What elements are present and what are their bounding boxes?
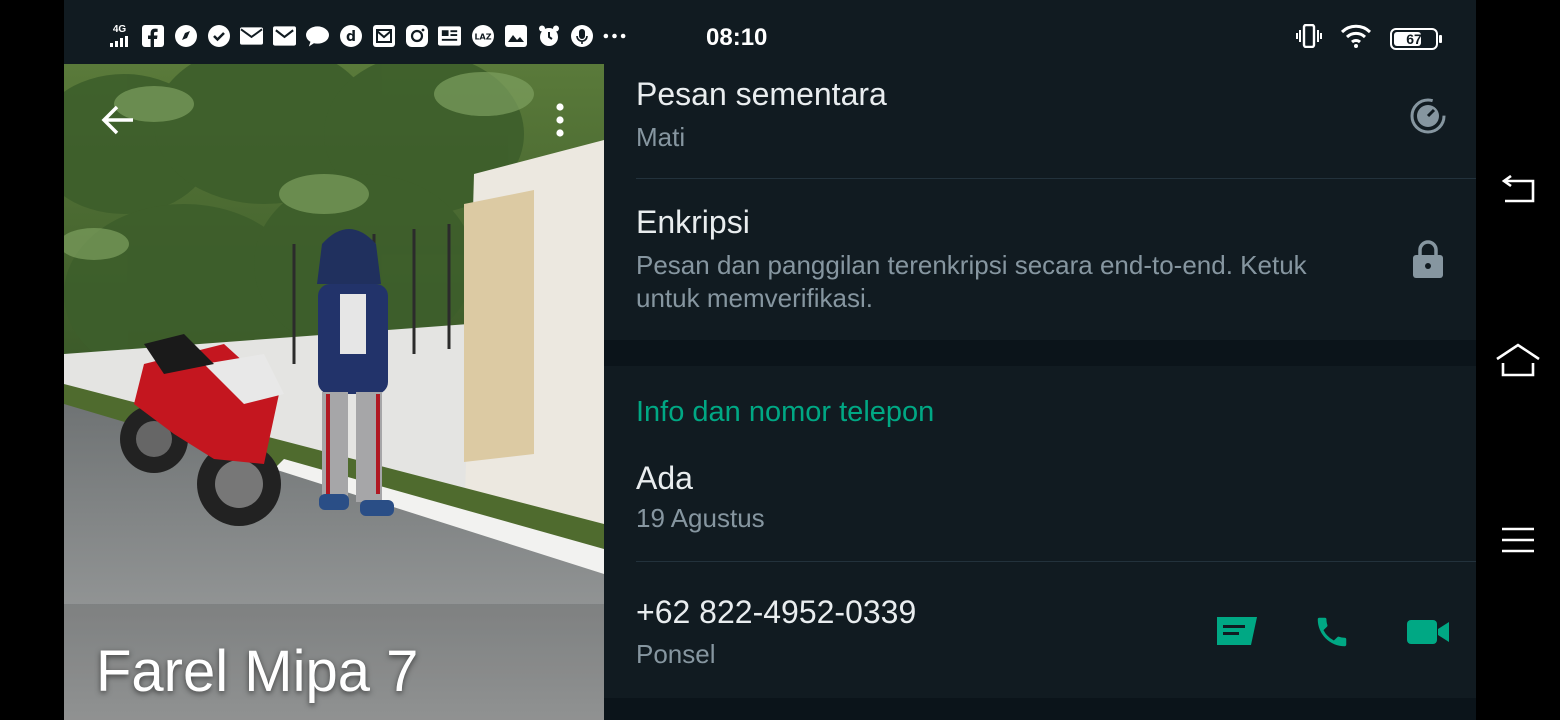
recents-menu-icon bbox=[1502, 527, 1534, 553]
home-icon bbox=[1496, 343, 1540, 377]
network-signal-icon: 4G bbox=[108, 24, 131, 47]
more-options-button[interactable] bbox=[540, 100, 580, 140]
encryption-title: Enkripsi bbox=[636, 204, 750, 240]
svg-text:LAZ: LAZ bbox=[474, 32, 491, 41]
section-separator bbox=[604, 698, 1476, 720]
news-icon bbox=[438, 24, 461, 47]
chat-bubble-icon bbox=[306, 24, 329, 47]
gmail-icon bbox=[273, 24, 296, 47]
profile-photo[interactable]: Farel Mipa 7 bbox=[64, 64, 604, 720]
battery-percent: 67 bbox=[1406, 30, 1422, 47]
timer-icon bbox=[1408, 96, 1448, 136]
voice-call-button[interactable] bbox=[1308, 608, 1356, 656]
system-navigation-bar bbox=[1476, 0, 1560, 720]
microphone-icon bbox=[570, 24, 593, 47]
facebook-icon bbox=[141, 24, 164, 47]
dana-icon: d bbox=[339, 24, 362, 47]
photo-icon bbox=[504, 24, 527, 47]
contact-details: Pesan sementara Mati Enkripsi Pesan dan … bbox=[604, 64, 1476, 720]
message-icon bbox=[1217, 617, 1257, 645]
status-bar: 4G d LAZ 08:10 67 bbox=[64, 0, 1476, 64]
disappearing-messages-title: Pesan sementara bbox=[636, 76, 887, 112]
settings-card: Pesan sementara Mati Enkripsi Pesan dan … bbox=[604, 64, 1476, 340]
back-button[interactable] bbox=[96, 98, 140, 142]
encryption-row[interactable]: Enkripsi Pesan dan panggilan terenkripsi… bbox=[604, 179, 1476, 340]
info-section-header: Info dan nomor telepon bbox=[636, 396, 935, 428]
message-button[interactable] bbox=[1212, 608, 1260, 656]
more-dots-icon bbox=[603, 24, 626, 47]
video-call-button[interactable] bbox=[1404, 608, 1452, 656]
phone-number: +62 822-4952-0339 bbox=[636, 594, 917, 630]
lazada-icon: LAZ bbox=[471, 24, 494, 47]
battery-icon: 67 bbox=[1390, 27, 1442, 50]
disappearing-messages-value: Mati bbox=[636, 122, 686, 152]
about-row[interactable]: Ada 19 Agustus bbox=[604, 446, 1476, 561]
video-camera-icon bbox=[1407, 620, 1449, 644]
compass-icon bbox=[174, 24, 197, 47]
svg-text:d: d bbox=[345, 29, 355, 45]
alarm-icon bbox=[537, 24, 560, 47]
phone-icon bbox=[1317, 617, 1347, 647]
about-text: Ada bbox=[636, 460, 693, 496]
nav-home-button[interactable] bbox=[1494, 336, 1542, 384]
system-status-icons: 67 bbox=[1296, 23, 1442, 53]
vibrate-icon bbox=[1296, 23, 1322, 53]
mail-icon bbox=[240, 24, 263, 47]
status-time: 08:10 bbox=[706, 24, 768, 51]
disappearing-messages-row[interactable]: Pesan sementara Mati bbox=[604, 64, 1476, 178]
lock-icon bbox=[1408, 237, 1448, 281]
phone-type: Ponsel bbox=[636, 639, 716, 669]
more-vertical-icon bbox=[556, 103, 564, 137]
contact-name: Farel Mipa 7 bbox=[96, 639, 419, 704]
nav-back-button[interactable] bbox=[1494, 166, 1542, 214]
instagram-icon bbox=[405, 24, 428, 47]
profile-photo-image bbox=[64, 64, 604, 720]
mail-box-icon bbox=[372, 24, 395, 47]
about-date: 19 Agustus bbox=[636, 503, 765, 533]
screen-bezel-left bbox=[0, 0, 64, 720]
encryption-description: Pesan dan panggilan terenkripsi secara e… bbox=[636, 250, 1307, 313]
check-circle-icon bbox=[207, 24, 230, 47]
wifi-icon bbox=[1340, 24, 1372, 53]
section-separator bbox=[604, 340, 1476, 366]
back-icon bbox=[1501, 175, 1535, 203]
nav-recents-button[interactable] bbox=[1494, 516, 1542, 564]
notification-icons: 4G d LAZ bbox=[108, 24, 626, 47]
network-type-label: 4G bbox=[112, 23, 127, 35]
arrow-left-icon bbox=[101, 105, 133, 135]
